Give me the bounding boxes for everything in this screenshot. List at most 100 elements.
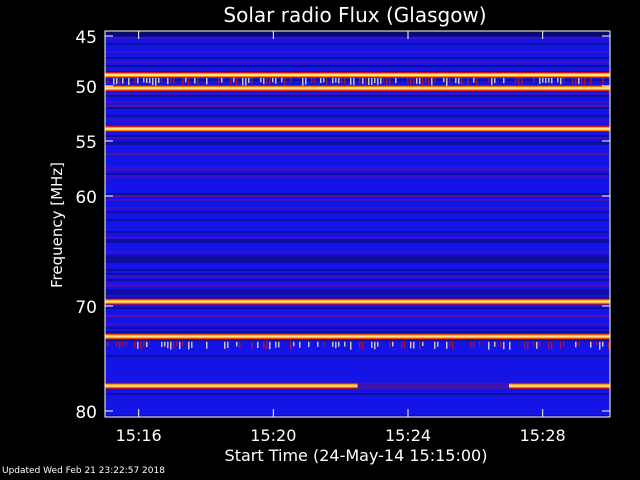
burst-speck xyxy=(455,78,457,84)
x-tick-label: 15:20 xyxy=(250,426,296,445)
burst-speck xyxy=(134,341,136,348)
burst-speck xyxy=(488,78,490,83)
noise-row xyxy=(105,331,610,333)
burst-speck xyxy=(227,341,229,349)
noise-row xyxy=(105,115,610,117)
burst-speck xyxy=(590,341,592,348)
noise-row xyxy=(105,51,610,53)
emission-band xyxy=(105,298,610,305)
burst-speck xyxy=(353,78,355,86)
burst-speck xyxy=(128,78,130,85)
burst-speck xyxy=(119,341,121,349)
burst-speck xyxy=(122,341,124,347)
x-tick-label: 15:28 xyxy=(520,426,566,445)
burst-speck xyxy=(449,341,451,347)
noise-row xyxy=(105,237,610,239)
burst-speck xyxy=(434,78,436,83)
noise-row xyxy=(105,193,610,195)
burst-speck xyxy=(260,78,262,83)
noise-row xyxy=(105,289,610,291)
noise-row xyxy=(105,135,610,137)
burst-speck xyxy=(116,341,118,347)
burst-speck xyxy=(221,78,223,83)
burst-speck xyxy=(509,341,511,350)
x-axis-label: Start Time (24-May-14 15:15:00) xyxy=(225,446,488,465)
burst-speck xyxy=(542,78,544,83)
burst-speck xyxy=(422,341,424,347)
noise-row xyxy=(105,291,610,293)
burst-speck xyxy=(608,341,610,350)
burst-speck xyxy=(350,341,352,350)
y-tick-label: 50 xyxy=(75,78,97,98)
burst-speck xyxy=(185,78,187,83)
burst-speck xyxy=(125,341,127,347)
burst-speck xyxy=(410,78,412,86)
burst-speck xyxy=(176,341,178,347)
burst-speck xyxy=(377,341,379,347)
burst-speck xyxy=(326,78,328,85)
burst-speck xyxy=(269,78,271,85)
burst-speck xyxy=(350,78,352,85)
burst-speck xyxy=(278,341,280,348)
band-peak xyxy=(105,384,358,387)
burst-speck xyxy=(515,78,517,84)
burst-speck xyxy=(164,341,166,347)
chart-stage: Solar radio Flux (Glasgow) 45 50 55 60 70 80 … xyxy=(0,0,640,480)
burst-speck xyxy=(179,341,181,350)
burst-speck xyxy=(275,341,277,348)
burst-speck xyxy=(149,78,151,84)
burst-speck xyxy=(308,341,310,348)
burst-speck xyxy=(578,78,580,84)
noise-row xyxy=(105,285,610,287)
burst-speck xyxy=(143,341,145,347)
burst-speck xyxy=(548,341,550,350)
burst-speck xyxy=(368,78,370,85)
noise-row xyxy=(105,37,610,39)
burst-speck xyxy=(419,341,421,350)
burst-speck xyxy=(236,341,238,347)
noise-row xyxy=(105,43,610,45)
burst-speck xyxy=(230,78,232,85)
burst-speck xyxy=(584,78,586,86)
noise-row xyxy=(105,195,610,197)
burst-speck xyxy=(446,78,448,86)
burst-speck xyxy=(392,341,394,347)
burst-speck xyxy=(365,78,367,86)
burst-speck xyxy=(500,341,502,348)
noise-row xyxy=(105,231,610,233)
burst-speck xyxy=(137,341,139,349)
burst-speck xyxy=(434,341,436,349)
burst-speck xyxy=(416,78,418,84)
noise-row xyxy=(105,207,610,209)
chart-title: Solar radio Flux (Glasgow) xyxy=(223,3,486,27)
burst-speck xyxy=(419,78,421,85)
spectrogram-chart: Solar radio Flux (Glasgow) 455055607080 … xyxy=(48,3,611,465)
burst-speck xyxy=(170,78,172,83)
noise-row xyxy=(105,61,610,63)
noise-row xyxy=(105,239,610,241)
burst-speck xyxy=(395,78,397,84)
burst-speck xyxy=(167,78,169,85)
burst-speck xyxy=(311,78,313,84)
noise-row xyxy=(105,65,610,67)
burst-speck xyxy=(344,78,346,85)
burst-speck xyxy=(332,78,334,84)
burst-speck xyxy=(323,78,325,83)
noise-row xyxy=(105,307,610,309)
noise-row xyxy=(105,279,610,281)
burst-speck xyxy=(338,341,340,347)
noise-row xyxy=(105,95,610,97)
noise-row xyxy=(105,255,610,257)
noise-row xyxy=(105,257,610,259)
burst-speck xyxy=(113,78,115,85)
noise-row xyxy=(105,169,610,171)
burst-speck xyxy=(422,78,424,86)
burst-speck xyxy=(290,78,292,83)
burst-speck xyxy=(383,78,385,83)
burst-speck xyxy=(563,341,565,347)
burst-speck xyxy=(503,341,505,350)
y-tick-label: 70 xyxy=(75,298,97,318)
burst-speck xyxy=(305,78,307,85)
burst-speck xyxy=(581,78,583,85)
burst-speck xyxy=(161,341,163,347)
